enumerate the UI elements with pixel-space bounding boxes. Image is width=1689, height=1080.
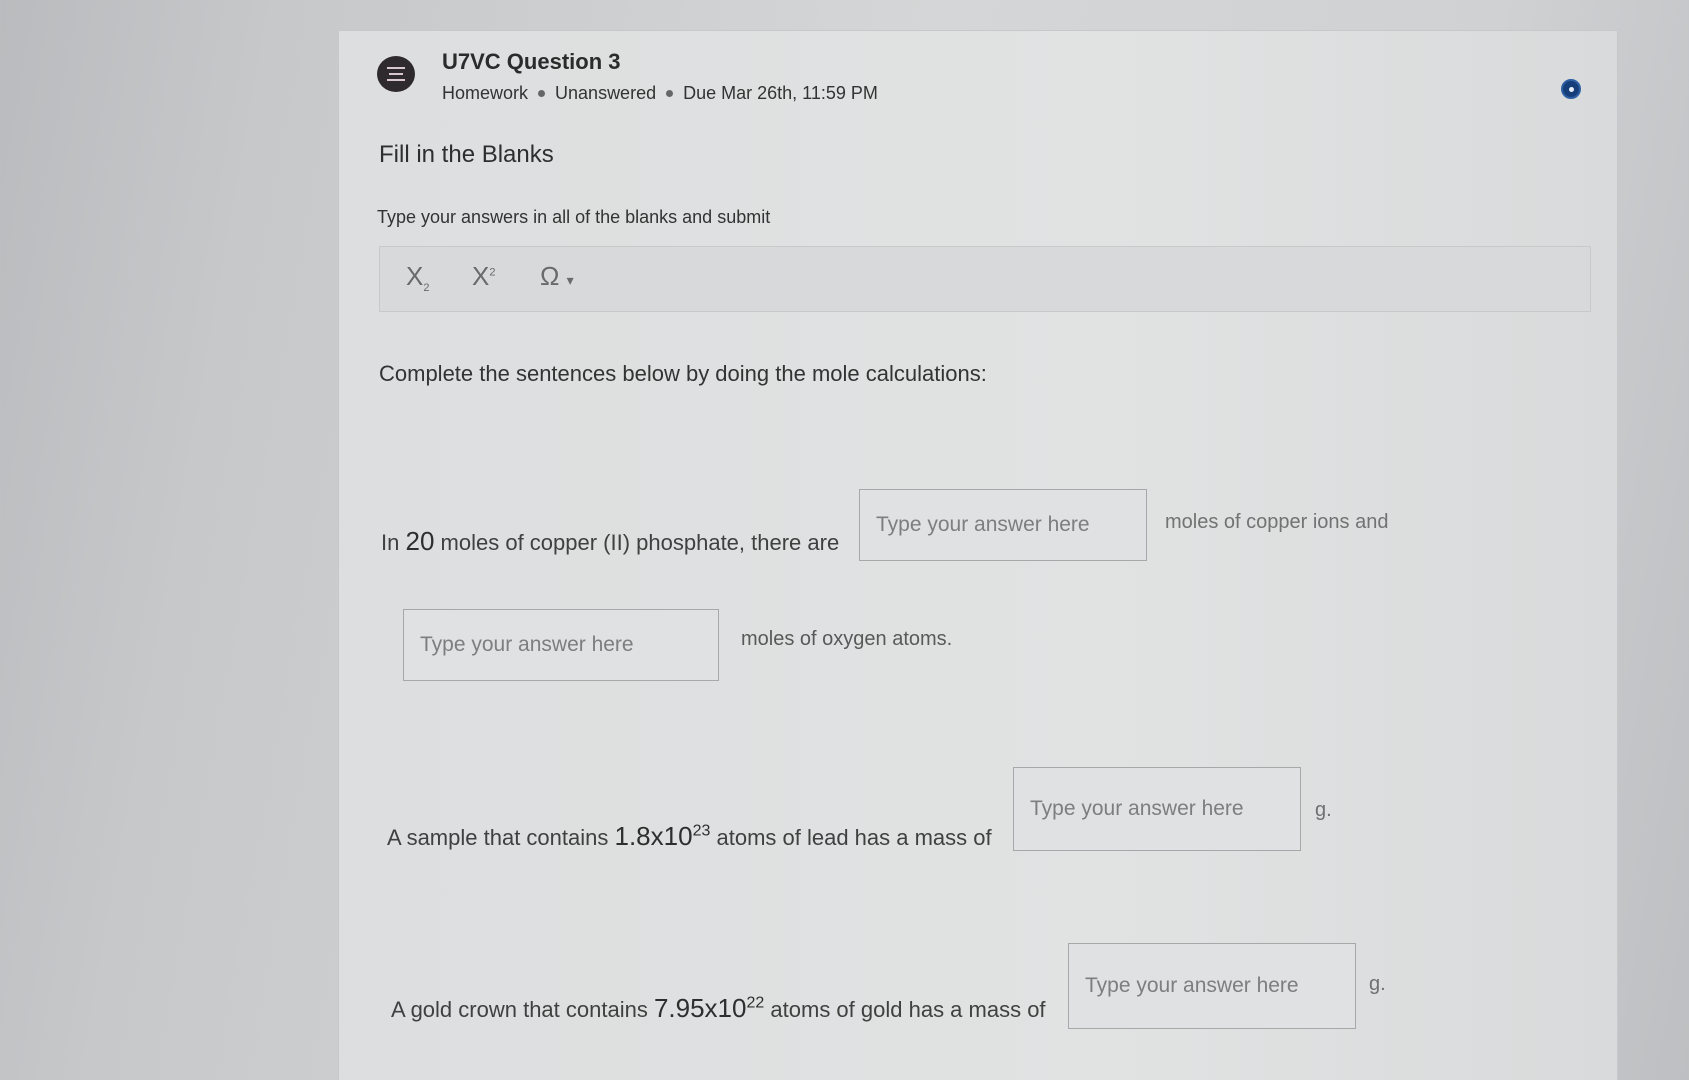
meta-status: Unanswered bbox=[555, 83, 657, 103]
section-title: Fill in the Blanks bbox=[379, 141, 554, 168]
question-meta: Homework Unanswered Due Mar 26th, 11:59 … bbox=[442, 83, 878, 104]
instructions: Type your answers in all of the blanks a… bbox=[377, 207, 771, 227]
sentence-1-post: moles of copper ions and bbox=[1165, 511, 1389, 533]
superscript-button[interactable]: X2 bbox=[472, 261, 495, 292]
sentence-4: A gold crown that contains 7.95x1022 ato… bbox=[391, 993, 1046, 1024]
answer-input-4[interactable] bbox=[1068, 943, 1356, 1029]
meta-due-date: Due Mar 26th, 11:59 PM bbox=[683, 83, 878, 103]
sentence-2-post: moles of oxygen atoms. bbox=[741, 628, 953, 650]
separator-dot-icon bbox=[538, 90, 546, 97]
sentence-3-quantity: 1.8x1023 bbox=[614, 821, 710, 851]
question-icon bbox=[377, 56, 415, 92]
subscript-mark: 2 bbox=[423, 282, 430, 295]
answer-input-2[interactable] bbox=[403, 609, 719, 681]
sentence-4-pre: A gold crown that contains bbox=[391, 997, 648, 1022]
sentence-1-mid: moles of copper (II) phosphate, there ar… bbox=[440, 530, 840, 555]
sentence-4-base: 7.95x10 bbox=[653, 993, 747, 1023]
sentence-3-base: 1.8x10 bbox=[614, 821, 693, 851]
special-characters-button[interactable]: Ω ▾ bbox=[540, 261, 574, 292]
sentence-1: In 20 moles of copper (II) phosphate, th… bbox=[381, 526, 839, 557]
sentence-1-number: 20 bbox=[405, 526, 435, 556]
question-title: U7VC Question 3 bbox=[442, 49, 621, 74]
sentence-3: A sample that contains 1.8x1023 atoms of… bbox=[387, 821, 992, 852]
sentence-4-unit: g. bbox=[1369, 973, 1386, 995]
settings-icon[interactable] bbox=[1561, 79, 1581, 99]
formatting-toolbar: X2 X2 Ω ▾ bbox=[379, 246, 1591, 312]
sentence-3-exponent: 23 bbox=[692, 822, 711, 840]
sentence-4-quantity: 7.95x1022 bbox=[654, 993, 764, 1023]
superscript-mark: 2 bbox=[489, 266, 496, 279]
subscript-button[interactable]: X2 bbox=[406, 261, 429, 294]
answer-input-1[interactable] bbox=[859, 489, 1147, 561]
omega-icon: Ω bbox=[540, 261, 560, 291]
sentence-3-pre: A sample that contains bbox=[387, 825, 609, 850]
subscript-icon: X bbox=[406, 261, 424, 291]
sentence-3-unit: g. bbox=[1315, 799, 1332, 821]
separator-dot-icon bbox=[666, 90, 674, 97]
superscript-icon: X bbox=[472, 261, 490, 291]
prompt-text: Complete the sentences below by doing th… bbox=[379, 361, 987, 386]
chevron-down-icon: ▾ bbox=[566, 272, 574, 288]
answer-input-3[interactable] bbox=[1013, 767, 1301, 851]
meta-type: Homework bbox=[442, 83, 529, 103]
sentence-4-exponent: 22 bbox=[746, 994, 765, 1012]
question-card: U7VC Question 3 Homework Unanswered Due … bbox=[338, 30, 1618, 1080]
sentence-1-pre: In bbox=[381, 530, 400, 555]
sentence-3-mid: atoms of lead has a mass of bbox=[716, 825, 992, 850]
sentence-4-mid: atoms of gold has a mass of bbox=[770, 997, 1046, 1022]
